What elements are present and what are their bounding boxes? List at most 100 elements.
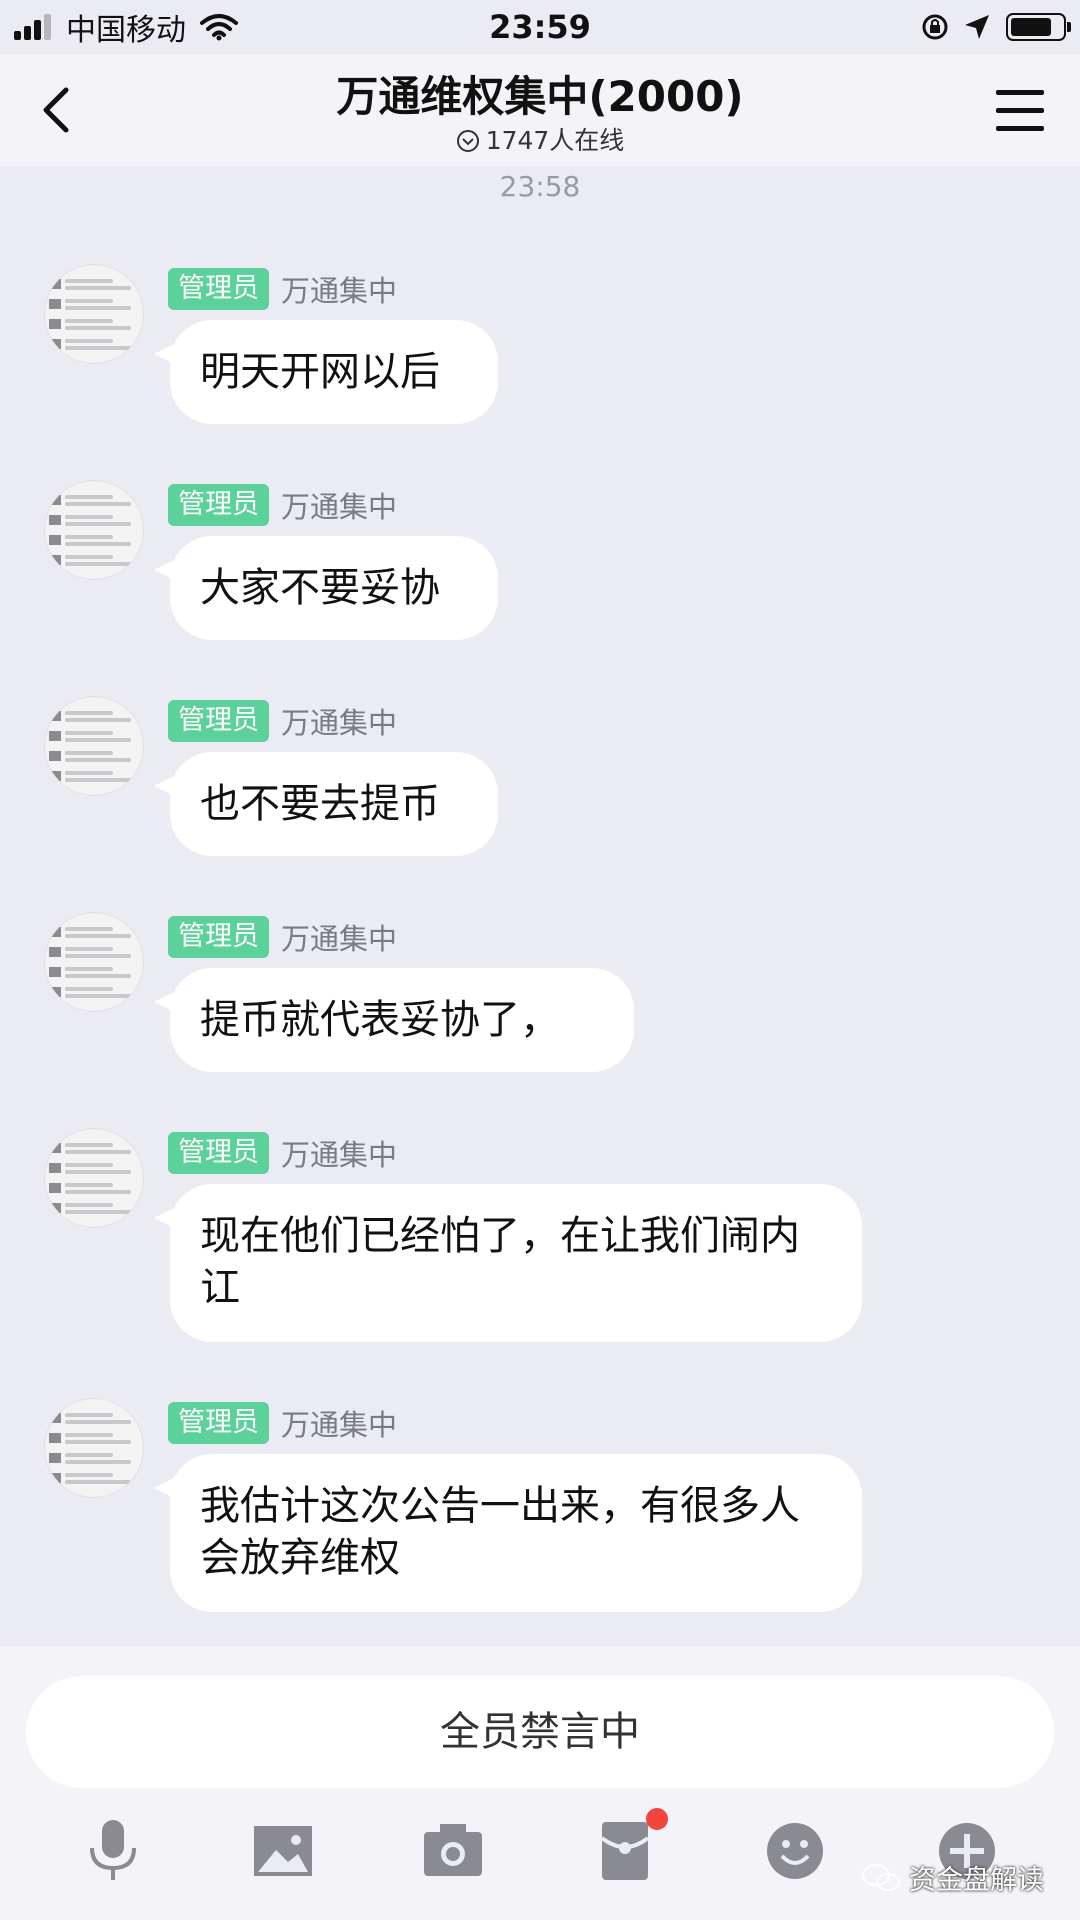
avatar-line [65,738,131,742]
watermark: 资金盘解读 [861,1858,1044,1897]
avatar-thumb [49,1473,61,1483]
avatar[interactable] [44,480,144,580]
avatar-thumb [49,299,61,309]
avatar-line [65,326,131,330]
avatar-line [65,1203,113,1207]
chat-title: 万通维权集中(2000) [336,72,744,121]
avatar-line [65,927,113,931]
location-icon [965,15,989,39]
message-bubble[interactable]: 提币就代表妥协了， [154,968,634,1072]
menu-icon[interactable] [990,82,1050,138]
role-badge: 管理员 [168,1402,269,1444]
avatar-thumb [49,771,61,781]
avatar-line [65,751,113,755]
avatar-thumb [49,1433,61,1443]
avatar-thumb [49,555,61,565]
message-bubble[interactable]: 明天开网以后 [154,320,498,424]
avatar-thumb [49,515,61,525]
message-bubble[interactable]: 现在他们已经怕了，在让我们闹内讧 [154,1184,862,1342]
avatar-line [65,555,113,559]
avatar[interactable] [44,696,144,796]
avatar-line [65,711,113,715]
muted-notice: 全员禁言中 [26,1676,1054,1788]
avatar-line [65,967,113,971]
avatar-line [65,535,113,539]
orientation-lock-icon [922,14,948,40]
avatar-thumb [49,731,61,741]
role-badge: 管理员 [168,484,269,526]
avatar-line [65,731,113,735]
role-badge: 管理员 [168,268,269,310]
avatar-line [65,1440,131,1444]
image-icon[interactable] [248,1816,318,1886]
chat-screen: 中国移动 23:59 万通维权集中(2000) 1747人在线 23:58 管理… [0,0,1080,1920]
avatar-line [65,974,131,978]
avatar-line [65,954,131,958]
avatar-thumb [49,967,61,977]
avatar-line [65,502,131,506]
status-bar: 中国移动 23:59 [0,0,1080,54]
avatar[interactable] [44,1128,144,1228]
avatar-line [65,987,113,991]
avatar-line [65,1150,131,1154]
avatar-line [65,522,131,526]
avatar-thumb [49,987,61,997]
avatar-thumb [49,1163,61,1173]
avatar-thumb [49,339,61,349]
sender-name[interactable]: 万通集中 [281,1132,397,1174]
avatar-thumb [49,279,61,289]
avatar[interactable] [44,1398,144,1498]
sender-name[interactable]: 万通集中 [281,700,397,742]
avatar-line [65,994,131,998]
avatar-thumb [49,1453,61,1463]
notification-dot [646,1808,668,1830]
online-count: 1747人在线 [0,124,1080,158]
avatar-line [65,934,131,938]
sender-name[interactable]: 万通集中 [281,484,397,526]
camera-icon[interactable] [418,1816,488,1886]
avatar-line [65,771,113,775]
message-bubble[interactable]: 大家不要妥协 [154,536,498,640]
avatar-line [65,1163,113,1167]
avatar-line [65,1453,113,1457]
avatar-line [65,286,131,290]
message-bubble[interactable]: 也不要去提币 [154,752,498,856]
avatar-thumb [49,751,61,761]
avatar-thumb [49,319,61,329]
avatar-thumb [49,495,61,505]
message-bubble[interactable]: 我估计这次公告一出来，有很多人会放弃维权 [154,1454,862,1612]
emoji-icon[interactable] [760,1816,830,1886]
avatar-line [65,515,113,519]
avatar-line [65,279,113,283]
avatar-thumb [49,1143,61,1153]
avatar-line [65,1480,131,1484]
avatar-line [65,1170,131,1174]
avatar-line [65,1433,113,1437]
nav-bar: 万通维权集中(2000) 1747人在线 [0,54,1080,166]
chevron-down-icon[interactable] [456,129,480,153]
mic-icon[interactable] [78,1816,148,1886]
role-badge: 管理员 [168,1132,269,1174]
avatar[interactable] [44,264,144,364]
sender-name[interactable]: 万通集中 [281,268,397,310]
avatar[interactable] [44,912,144,1012]
avatar-line [65,718,131,722]
avatar-line [65,562,131,566]
message-timestamp: 23:58 [499,170,581,203]
sender-name[interactable]: 万通集中 [281,916,397,958]
avatar-thumb [49,1203,61,1213]
battery-icon [1006,13,1071,41]
status-time: 23:59 [489,8,591,46]
avatar-thumb [49,947,61,957]
role-badge: 管理员 [168,916,269,958]
avatar-thumb [49,535,61,545]
avatar-line [65,319,113,323]
avatar-thumb [49,711,61,721]
avatar-line [65,346,131,350]
avatar-line [65,1190,131,1194]
avatar-line [65,306,131,310]
avatar-line [65,947,113,951]
avatar-line [65,1413,113,1417]
sender-name[interactable]: 万通集中 [281,1402,397,1444]
avatar-line [65,1210,131,1214]
